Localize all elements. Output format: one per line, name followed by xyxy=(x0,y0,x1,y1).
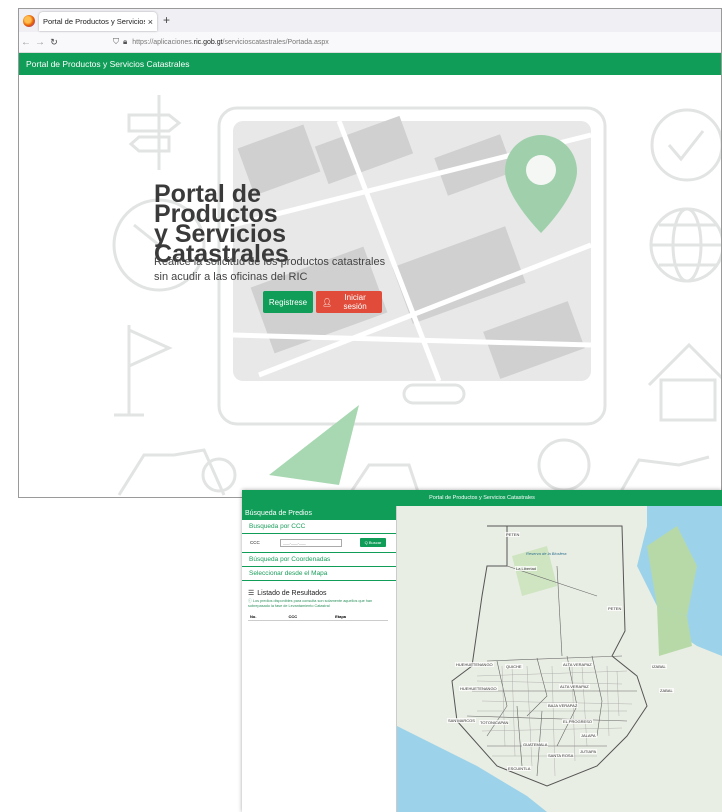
map-label: SANTA ROSA xyxy=(547,753,575,758)
sidebar-header: Búsqueda de Predios xyxy=(242,506,396,520)
map-label: ZABAL xyxy=(659,688,674,693)
new-tab-button[interactable]: + xyxy=(163,13,170,27)
flag-icon xyxy=(114,325,173,417)
results-title-label: Listado de Resultados xyxy=(257,589,327,597)
map-label: QUICHE xyxy=(505,664,523,669)
map-view[interactable]: PETEN PETEN Reserva de la Biosfera La Li… xyxy=(397,506,722,812)
house-icon xyxy=(647,342,721,422)
map-label: Reserva de la Biosfera xyxy=(526,551,567,556)
map-label: La Libertad xyxy=(515,566,538,571)
column-header: Etapa xyxy=(333,613,388,621)
map-label: IZABAL xyxy=(651,664,667,669)
browser-window: Portal de Productos y Servicios Cata × +… xyxy=(18,8,722,498)
list-icon: ☰ xyxy=(248,590,255,597)
hero-subtitle-line: Realice la solicitud de los productos ca… xyxy=(154,256,386,268)
navigation-bar: ← → ↻ ⛉ 🔒︎ https://aplicaciones.ric.gob.… xyxy=(19,32,721,53)
back-arrow-icon[interactable]: ← xyxy=(19,37,33,48)
map-label: ALTA VERAPAZ xyxy=(562,662,593,667)
app-title-2: Portal de Productos y Servicios Catastra… xyxy=(429,495,535,501)
ccc-input[interactable] xyxy=(280,538,342,547)
map-label: HUEHUETENANGO xyxy=(459,686,498,691)
user-icon: 👤︎ xyxy=(322,297,333,307)
login-button[interactable]: 👤︎ Iniciar sesión xyxy=(316,291,382,313)
results-header-row: No. CCC Etapa xyxy=(248,613,388,621)
search-window: Portal de Productos y Servicios Catastra… xyxy=(242,490,722,812)
hero-subtitle: Realice la solicitud de los productos ca… xyxy=(154,255,394,285)
reload-icon[interactable]: ↻ xyxy=(47,37,61,48)
shield-icon[interactable]: ⛉ xyxy=(113,37,119,47)
app-title: Portal de Productos y Servicios Catastra… xyxy=(26,59,190,69)
map-label: SAN MARCOS xyxy=(447,718,476,723)
info-icon: ⓘ xyxy=(248,599,252,603)
hero-subtitle-line: sin acudir a las oficinas del RIC xyxy=(154,271,308,283)
map-label: EL PROGRESO xyxy=(562,719,593,724)
app-header-2: Portal de Productos y Servicios Catastra… xyxy=(242,490,722,506)
search-sidebar: Búsqueda de Predios Busqueda por CCC CCC… xyxy=(242,506,397,812)
register-button[interactable]: Registrese xyxy=(263,291,313,313)
hero-background-illustration xyxy=(112,95,721,496)
map-label: PETEN xyxy=(505,532,521,537)
ccc-search-row: CCC Q Buscar xyxy=(242,534,396,553)
hero-section: Portal de Productos y Servicios Catastra… xyxy=(19,75,721,497)
login-label: Iniciar sesión xyxy=(343,293,367,311)
hero-title: Portal de Productos y Servicios Catastra… xyxy=(154,180,384,267)
map-label: ALTA VERAPAZ xyxy=(559,684,590,689)
map-label: JUTIAPA xyxy=(579,749,598,754)
address-bar[interactable]: https://aplicaciones.ric.gob.gt/servicio… xyxy=(132,39,329,46)
search-button[interactable]: Q Buscar xyxy=(360,538,386,547)
map-label: TOTONICAPAN xyxy=(479,720,510,725)
hero-title-line: Portal de Productos xyxy=(154,180,278,228)
url-domain: ric.gob.gt xyxy=(193,38,223,46)
results-title: ☰ Listado de Resultados xyxy=(242,581,396,599)
map-label: JALAPA xyxy=(580,733,597,738)
results-note: ⓘ Los predios disponibles para consulta … xyxy=(242,599,396,609)
signpost-icon xyxy=(127,95,182,170)
url-path: /servicioscatastrales/Portada.aspx xyxy=(222,38,329,46)
paper-plane-icon xyxy=(269,405,359,485)
column-header: No. xyxy=(248,613,287,621)
check-circle-icon xyxy=(650,108,721,182)
ccc-label: CCC xyxy=(250,540,260,545)
globe-icon xyxy=(649,207,721,283)
map-label: GUATEMALA xyxy=(522,742,549,747)
column-header: CCC xyxy=(286,613,334,621)
gear-icon xyxy=(537,438,591,492)
map-label: PETEN xyxy=(607,606,623,611)
tab-title: Portal de Productos y Servicios Cata xyxy=(43,17,145,26)
firefox-logo-icon xyxy=(23,15,35,27)
browser-tab[interactable]: Portal de Productos y Servicios Cata × xyxy=(39,12,157,31)
map-label: BAJA VERAPAZ xyxy=(547,703,579,708)
map-label: ESCUINTLA xyxy=(507,766,532,771)
map-label: HUEHUETENANGO xyxy=(455,662,494,667)
search-by-coordinates-tab[interactable]: Búsqueda por Coordenadas xyxy=(242,553,396,567)
search-by-ccc-tab[interactable]: Busqueda por CCC xyxy=(242,520,396,534)
select-from-map-tab[interactable]: Seleccionar desde el Mapa xyxy=(242,567,396,581)
forward-arrow-icon[interactable]: → xyxy=(33,37,47,48)
url-prefix: https://aplicaciones. xyxy=(132,38,194,46)
results-note-text: Los predios disponibles para consulta so… xyxy=(248,599,373,608)
app-header: Portal de Productos y Servicios Catastra… xyxy=(19,53,721,75)
browser-tab-bar: Portal de Productos y Servicios Cata × + xyxy=(19,9,721,32)
results-table: No. CCC Etapa xyxy=(248,613,388,621)
close-tab-icon[interactable]: × xyxy=(148,17,153,27)
lock-icon[interactable]: 🔒︎ xyxy=(123,37,127,47)
